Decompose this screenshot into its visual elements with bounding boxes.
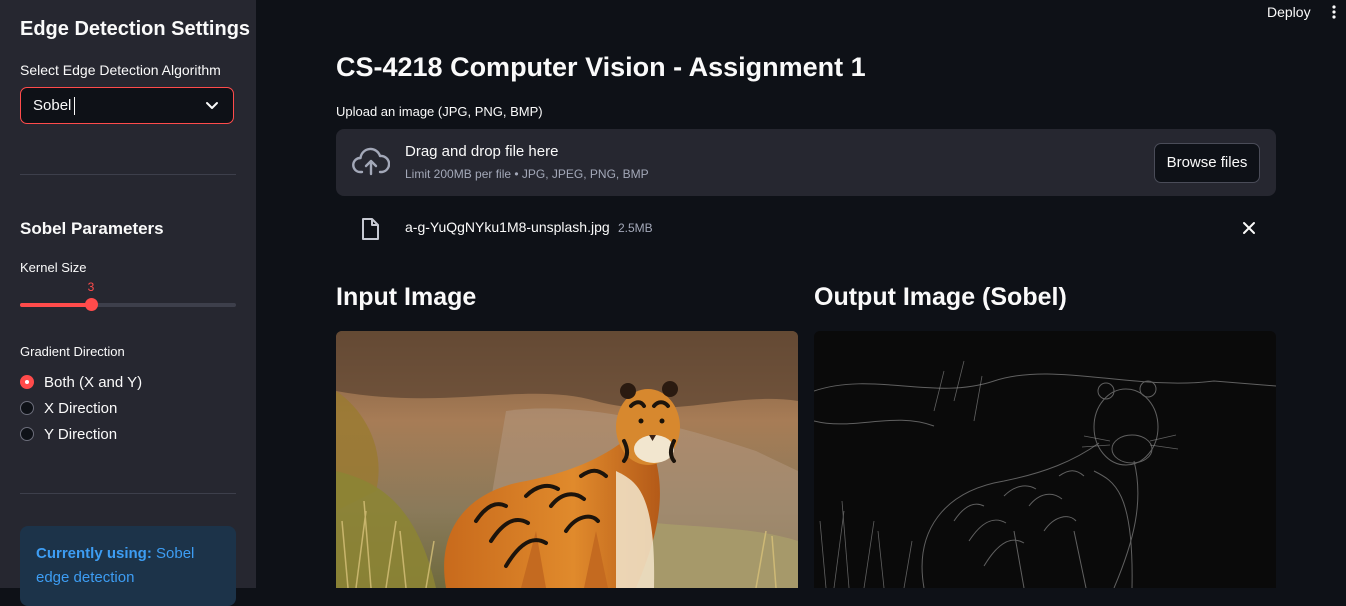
info-prefix: Currently using: [36, 545, 152, 562]
gradient-direction-label: Gradient Direction [20, 344, 125, 359]
algorithm-select-value: Sobel [33, 97, 72, 114]
close-icon[interactable] [1242, 221, 1256, 240]
output-image [814, 331, 1276, 588]
dropzone-title: Drag and drop file here [405, 143, 559, 160]
page-title: CS-4218 Computer Vision - Assignment 1 [336, 52, 866, 82]
file-icon [360, 217, 380, 246]
input-image-heading: Input Image [336, 283, 477, 311]
radio-button[interactable] [20, 375, 34, 389]
radio-button[interactable] [20, 401, 34, 415]
kernel-size-value: 3 [87, 280, 95, 294]
text-cursor [74, 97, 75, 115]
chevron-down-icon[interactable] [205, 97, 219, 120]
algorithm-select[interactable]: Sobel [20, 87, 234, 124]
file-name: a-g-YuQgNYku1M8-unsplash.jpg [405, 219, 610, 235]
sidebar-divider [20, 174, 236, 175]
sidebar: Edge Detection Settings Select Edge Dete… [0, 0, 256, 606]
radio-y-direction[interactable]: Y Direction [20, 424, 117, 444]
sidebar-title: Edge Detection Settings [20, 18, 251, 40]
file-size: 2.5MB [618, 221, 653, 235]
radio-button[interactable] [20, 427, 34, 441]
cloud-upload-icon [352, 147, 391, 182]
more-menu-icon[interactable] [1330, 4, 1338, 25]
upload-label: Upload an image (JPG, PNG, BMP) [336, 104, 543, 119]
input-image [336, 331, 798, 588]
radio-label: Y Direction [44, 425, 118, 443]
browse-files-button[interactable]: Browse files [1154, 143, 1260, 183]
radio-both[interactable]: Both (X and Y) [20, 372, 142, 392]
slider-thumb[interactable] [85, 298, 98, 311]
deploy-button[interactable]: Deploy [1267, 4, 1311, 20]
kernel-size-slider[interactable] [20, 298, 236, 311]
info-text: Currently using: Sobel edge detection [36, 542, 216, 590]
slider-fill [20, 303, 91, 307]
uploaded-file: a-g-YuQgNYku1M8-unsplash.jpg 2.5MB [336, 210, 1276, 246]
output-image-heading: Output Image (Sobel) [814, 283, 1067, 311]
radio-label: X Direction [44, 399, 118, 417]
dropzone-limit: Limit 200MB per file • JPG, JPEG, PNG, B… [405, 167, 649, 181]
radio-x-direction[interactable]: X Direction [20, 398, 117, 418]
algorithm-label: Select Edge Detection Algorithm [20, 62, 221, 78]
file-dropzone[interactable]: Drag and drop file here Limit 200MB per … [336, 129, 1276, 196]
radio-label: Both (X and Y) [44, 373, 143, 391]
kernel-size-label: Kernel Size [20, 260, 87, 275]
sidebar-divider [20, 493, 236, 494]
info-box: Currently using: Sobel edge detection [20, 526, 236, 606]
params-title: Sobel Parameters [20, 219, 164, 238]
